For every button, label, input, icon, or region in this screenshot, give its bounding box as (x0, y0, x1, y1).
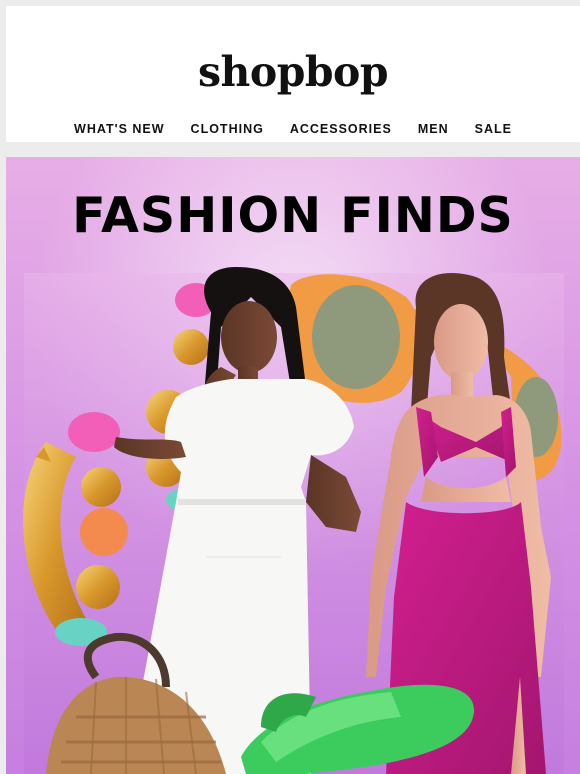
hero-collage (23, 267, 564, 774)
hero-title: FASHION FINDS (72, 187, 514, 244)
email-frame: shopbop WHAT'S NEW CLOTHING ACCESSORIES … (0, 0, 580, 774)
hero-banner[interactable]: FASHION FINDS (6, 157, 580, 774)
nav-clothing[interactable]: CLOTHING (191, 122, 264, 136)
main-nav: WHAT'S NEW CLOTHING ACCESSORIES MEN SALE (6, 122, 580, 136)
nav-men[interactable]: MEN (418, 122, 449, 136)
nav-accessories[interactable]: ACCESSORIES (290, 122, 392, 136)
nav-whats-new[interactable]: WHAT'S NEW (74, 122, 165, 136)
email-header: shopbop WHAT'S NEW CLOTHING ACCESSORIES … (6, 6, 580, 142)
shopbop-logo[interactable]: shopbop (6, 52, 580, 93)
nav-sale[interactable]: SALE (475, 122, 512, 136)
